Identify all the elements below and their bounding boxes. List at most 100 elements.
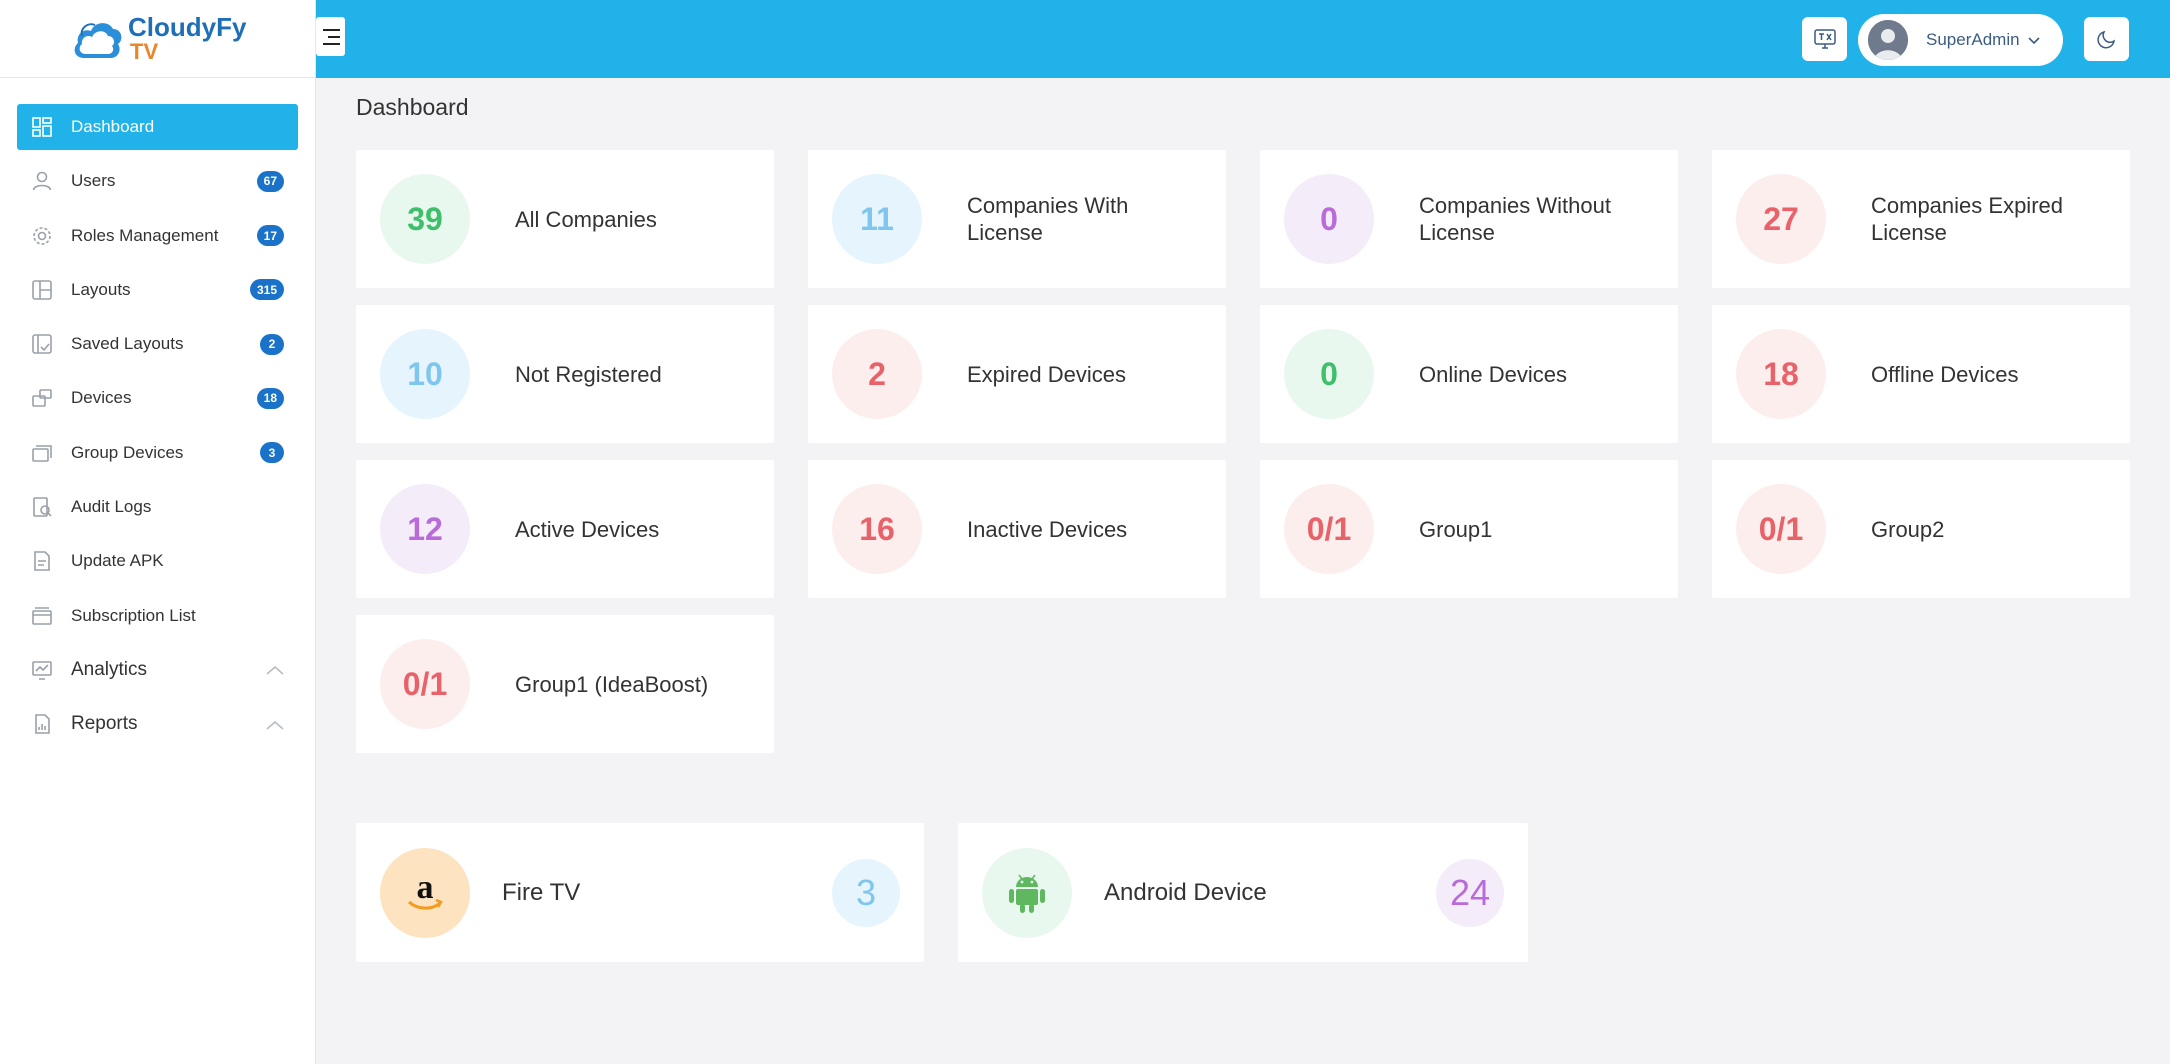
stat-label: Expired Devices [967, 361, 1126, 387]
device-type-card-fire-tv[interactable]: a Fire TV 3 [356, 823, 924, 962]
stat-card-all-companies[interactable]: 39 All Companies [356, 150, 774, 288]
stat-label: All Companies [515, 206, 657, 232]
sidebar-item-devices[interactable]: Devices 18 [17, 375, 298, 421]
stat-label: Companies Without License [1419, 193, 1611, 245]
chevron-down-icon [2027, 33, 2040, 48]
stat-card-inactive-devices[interactable]: 16 Inactive Devices [808, 460, 1226, 598]
user-name: SuperAdmin [1926, 30, 2020, 49]
stat-card-active-devices[interactable]: 12 Active Devices [356, 460, 774, 598]
stat-card-online-devices[interactable]: 0 Online Devices [1260, 305, 1678, 443]
sidebar-item-reports[interactable]: Reports [17, 701, 298, 747]
sidebar-item-group-devices[interactable]: Group Devices 3 [17, 430, 298, 476]
stat-card-not-registered[interactable]: 10 Not Registered [356, 305, 774, 443]
count-badge: 2 [260, 333, 284, 355]
brand-sub: TV [130, 39, 159, 64]
device-type-count: 3 [832, 858, 900, 927]
chevron-up-icon[interactable] [266, 659, 284, 680]
count-badge: 17 [256, 225, 284, 247]
stat-label: Group1 (IdeaBoost) [515, 671, 709, 697]
count-badge: 3 [260, 442, 284, 464]
sidebar-item-label: Update APK [71, 551, 164, 571]
svg-text:a: a [417, 869, 434, 906]
sidebar-item-roles-management[interactable]: Roles Management 17 [17, 213, 298, 259]
count-badge: 315 [249, 279, 284, 301]
stat-value: 0/1 [1284, 484, 1374, 574]
user-icon [31, 170, 53, 192]
stat-card-expired-devices[interactable]: 2 Expired Devices [808, 305, 1226, 443]
sidebar-item-label: Reports [71, 713, 138, 735]
menu-toggle-icon[interactable] [316, 17, 345, 56]
stat-label: Not Registered [515, 361, 662, 387]
brand-name: CloudyFy [128, 12, 247, 42]
stat-value: 0/1 [380, 639, 470, 729]
devices-icon [31, 387, 53, 409]
stat-value: 0/1 [1736, 484, 1826, 574]
stat-card-group1-ideaboost[interactable]: 0/1 Group1 (IdeaBoost) [356, 615, 774, 753]
file-icon [31, 550, 53, 572]
stat-card-companies-without-license[interactable]: 0 Companies Without License [1260, 150, 1678, 288]
stat-card-offline-devices[interactable]: 18 Offline Devices [1712, 305, 2130, 443]
sidebar-item-update-apk[interactable]: Update APK [17, 538, 298, 584]
audit-log-icon [31, 496, 53, 518]
sidebar-item-users[interactable]: Users 67 [17, 158, 298, 204]
stat-label: Group1 [1419, 516, 1493, 542]
amazon-icon: a [380, 847, 470, 938]
sidebar-item-saved-layouts[interactable]: Saved Layouts 2 [17, 321, 298, 367]
stat-label: Group2 [1871, 516, 1945, 542]
saved-layout-icon [31, 333, 53, 355]
dark-mode-toggle-icon[interactable] [2084, 17, 2129, 61]
stat-value: 0 [1284, 329, 1374, 419]
sidebar-item-label: Subscription List [71, 605, 196, 625]
sidebar-item-label: Analytics [71, 658, 148, 680]
stat-value: 39 [380, 174, 470, 264]
stat-card-companies-expired-license[interactable]: 27 Companies Expired License [1712, 150, 2130, 288]
stat-value: 10 [380, 329, 470, 419]
device-type-count: 24 [1436, 858, 1504, 927]
stat-value: 27 [1736, 174, 1826, 264]
count-badge: 67 [256, 170, 284, 192]
report-icon [31, 713, 53, 735]
device-type-label: Fire TV [502, 878, 581, 906]
stat-value: 11 [832, 174, 922, 264]
stat-value: 12 [380, 484, 470, 574]
sidebar-item-subscription-list[interactable]: Subscription List [17, 593, 298, 639]
page-title: Dashboard [356, 94, 469, 120]
layout-icon [31, 279, 53, 301]
stat-label: Companies With License [967, 193, 1129, 245]
cloud-logo-icon [70, 14, 124, 64]
stat-label: Inactive Devices [967, 516, 1128, 542]
sidebar-item-label: Group Devices [71, 442, 184, 462]
sidebar-nav: Dashboard Users 67 Roles Management 17 L… [0, 78, 315, 747]
logo[interactable]: CloudyFy TV [0, 0, 315, 78]
stat-card-group2[interactable]: 0/1 Group2 [1712, 460, 2130, 598]
device-type-card-android[interactable]: Android Device 24 [958, 823, 1528, 962]
user-menu[interactable]: SuperAdmin [1858, 14, 2063, 66]
sidebar-item-label: Dashboard [71, 117, 155, 136]
sidebar: CloudyFy TV Dashboard Users 67 Roles Man… [0, 0, 316, 1064]
dashboard-icon [31, 116, 53, 138]
stat-card-companies-with-license[interactable]: 11 Companies With License [808, 150, 1226, 288]
stat-value: 2 [832, 329, 922, 419]
top-header: SuperAdmin [316, 0, 2170, 78]
stat-label: Active Devices [515, 516, 660, 542]
sidebar-item-label: Audit Logs [71, 497, 152, 517]
stat-value: 18 [1736, 329, 1826, 419]
stat-card-group1[interactable]: 0/1 Group1 [1260, 460, 1678, 598]
chevron-up-icon[interactable] [266, 714, 284, 735]
sidebar-item-label: Users [71, 171, 116, 191]
sidebar-item-audit-logs[interactable]: Audit Logs [17, 484, 298, 530]
sidebar-item-label: Layouts [71, 279, 131, 299]
subscription-icon [31, 605, 53, 627]
sidebar-item-analytics[interactable]: Analytics [17, 647, 298, 693]
avatar [1868, 20, 1908, 60]
language-icon[interactable] [1802, 17, 1847, 61]
sidebar-item-label: Saved Layouts [71, 334, 184, 354]
stat-label: Companies Expired License [1871, 193, 2063, 245]
device-type-label: Android Device [1104, 878, 1267, 906]
stat-value: 16 [832, 484, 922, 574]
group-devices-icon [31, 442, 53, 464]
gear-icon [31, 225, 53, 247]
sidebar-item-layouts[interactable]: Layouts 315 [17, 267, 298, 313]
stat-label: Online Devices [1419, 361, 1567, 387]
sidebar-item-dashboard[interactable]: Dashboard [17, 104, 298, 150]
